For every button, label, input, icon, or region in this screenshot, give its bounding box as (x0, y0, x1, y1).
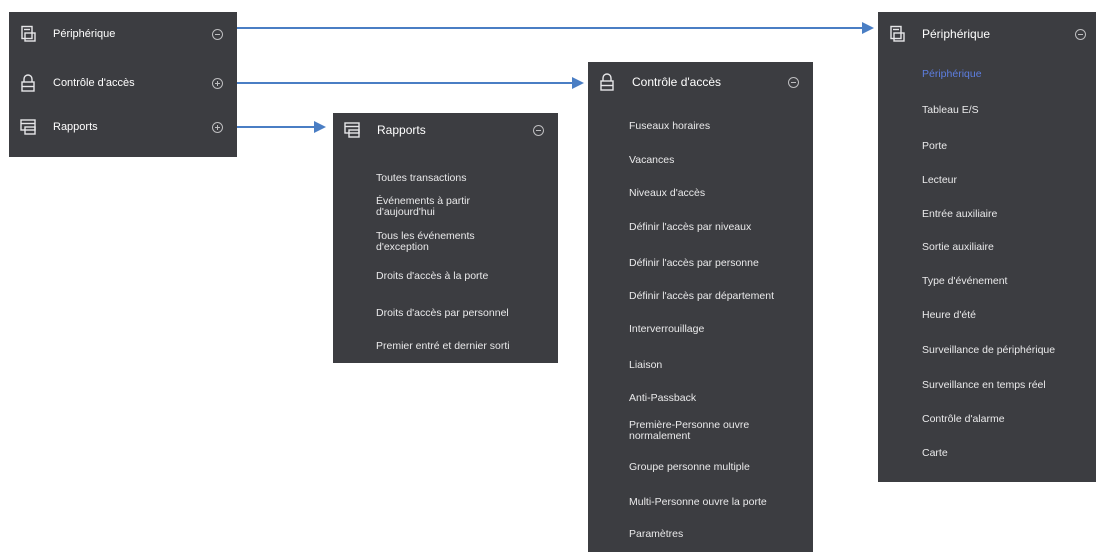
device-icon (21, 25, 36, 42)
reports-menu-header[interactable]: Rapports (333, 119, 558, 141)
collapse-icon[interactable] (788, 76, 799, 88)
device-item[interactable]: Porte (922, 141, 947, 152)
reports-item[interactable]: Droits d'accès par personnel (376, 308, 509, 319)
reports-item[interactable]: Toutes transactions (376, 173, 466, 184)
device-item[interactable]: Carte (922, 448, 948, 459)
access-control-item[interactable]: Définir l'accès par personne (629, 258, 759, 269)
main-item-device-label: Périphérique (53, 28, 116, 40)
access-control-item[interactable]: Niveaux d'accès (629, 188, 705, 199)
device-menu: Périphérique Périphérique Tableau E/S Po… (878, 12, 1096, 482)
reports-item[interactable]: Événements à partir d'aujourd'hui (376, 196, 526, 218)
lock-icon (600, 73, 614, 91)
access-control-item[interactable]: Définir l'accès par département (629, 291, 774, 302)
device-item-active[interactable]: Périphérique (922, 69, 982, 80)
device-item[interactable]: Lecteur (922, 175, 957, 186)
device-menu-header[interactable]: Périphérique (878, 23, 1096, 45)
collapse-icon[interactable] (212, 28, 223, 40)
device-icon (890, 25, 905, 42)
reports-item[interactable]: Tous les événements d'exception (376, 231, 516, 253)
device-item[interactable]: Entrée auxiliaire (922, 209, 997, 220)
report-icon (344, 122, 360, 138)
access-control-item[interactable]: Multi-Personne ouvre la porte (629, 497, 767, 508)
access-control-item[interactable]: Groupe personne multiple (629, 462, 750, 473)
access-control-item[interactable]: Fuseaux horaires (629, 121, 710, 132)
collapse-icon[interactable] (533, 124, 544, 136)
reports-item[interactable]: Droits d'accès à la porte (376, 271, 488, 282)
device-item[interactable]: Heure d'été (922, 310, 976, 321)
access-control-item[interactable]: Définir l'accès par niveaux (629, 222, 751, 233)
main-item-reports[interactable]: Rapports (9, 116, 237, 138)
device-item[interactable]: Type d'événement (922, 276, 1007, 287)
access-control-menu-title: Contrôle d'accès (632, 75, 722, 89)
expand-icon[interactable] (212, 121, 223, 133)
main-menu: Périphérique Contrôle d'accès Rapports (9, 12, 237, 157)
reports-menu-title: Rapports (377, 123, 426, 137)
access-control-menu-header[interactable]: Contrôle d'accès (588, 71, 813, 93)
access-control-item[interactable]: Paramètres (629, 529, 683, 540)
collapse-icon[interactable] (1075, 28, 1086, 40)
lock-icon (21, 74, 35, 92)
reports-item[interactable]: Premier entré et dernier sorti (376, 341, 510, 352)
access-control-item[interactable]: Vacances (629, 155, 674, 166)
arrow-to-access-menu (237, 77, 584, 89)
access-control-item[interactable]: Liaison (629, 360, 662, 371)
device-menu-title: Périphérique (922, 27, 991, 41)
device-item[interactable]: Contrôle d'alarme (922, 414, 1005, 425)
main-item-reports-label: Rapports (53, 121, 98, 133)
main-item-device[interactable]: Périphérique (9, 23, 237, 45)
arrow-to-reports-menu (237, 121, 326, 133)
access-control-item[interactable]: Première-Personne ouvre normalement (629, 420, 789, 442)
main-item-access-control[interactable]: Contrôle d'accès (9, 72, 237, 94)
device-item[interactable]: Sortie auxiliaire (922, 242, 994, 253)
access-control-item[interactable]: Anti-Passback (629, 393, 696, 404)
main-item-access-control-label: Contrôle d'accès (53, 77, 135, 89)
access-control-menu: Contrôle d'accès Fuseaux horaires Vacanc… (588, 62, 813, 552)
reports-menu: Rapports Toutes transactions Événements … (333, 113, 558, 363)
device-item[interactable]: Surveillance de périphérique (922, 345, 1055, 356)
report-icon (20, 119, 36, 135)
device-item[interactable]: Surveillance en temps réel (922, 380, 1046, 391)
access-control-item[interactable]: Interverrouillage (629, 324, 704, 335)
expand-icon[interactable] (212, 77, 223, 89)
arrow-to-device-menu (237, 22, 874, 34)
device-item[interactable]: Tableau E/S (922, 105, 979, 116)
